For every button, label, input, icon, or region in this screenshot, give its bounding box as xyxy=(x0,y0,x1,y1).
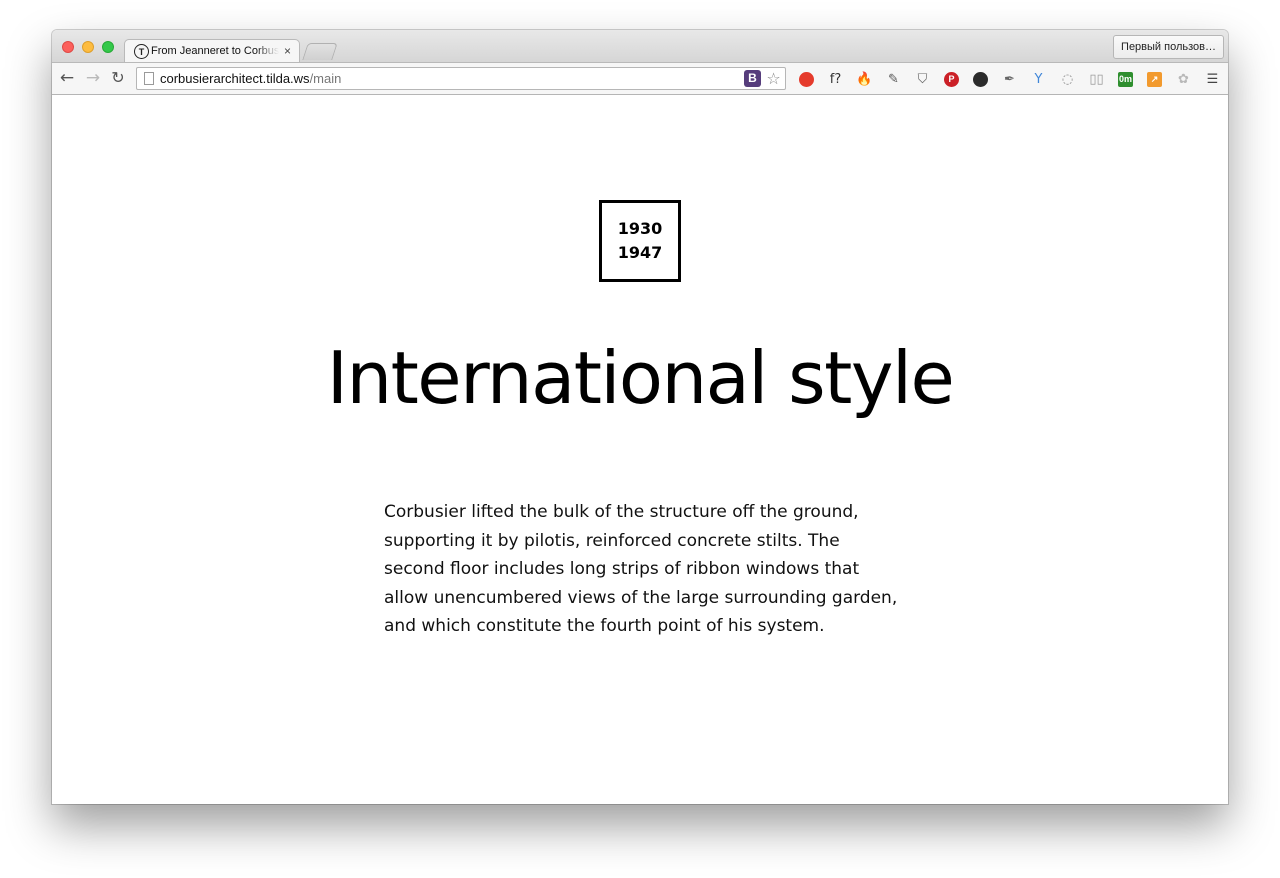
tilda-favicon-icon: T xyxy=(134,44,149,59)
minimize-window-button[interactable] xyxy=(82,41,94,53)
paw-icon[interactable]: ✿ xyxy=(1169,68,1198,90)
url-path: /main xyxy=(309,71,342,86)
body-paragraph: Corbusier lifted the bulk of the structu… xyxy=(384,502,898,636)
menu-icon[interactable]: ☰ xyxy=(1198,68,1227,90)
bookmark-star-icon[interactable]: ☆ xyxy=(765,70,782,87)
tab-title: From Jeanneret to Corbusier xyxy=(151,45,279,57)
fire-icon[interactable]: 🔥 xyxy=(850,68,879,90)
year-end: 1947 xyxy=(617,243,663,262)
analytics-icon[interactable]: ↗ xyxy=(1140,68,1169,90)
browser-toolbar: ← → ↻ corbusierarchitect.tilda.ws/main B… xyxy=(52,62,1228,95)
timer-icon[interactable]: 0m xyxy=(1111,68,1140,90)
lens-icon[interactable] xyxy=(966,68,995,90)
evernote-icon[interactable]: ✎ xyxy=(879,68,908,90)
close-window-button[interactable] xyxy=(62,41,74,53)
back-icon[interactable]: ← xyxy=(57,67,77,89)
adblock-icon[interactable] xyxy=(792,68,821,90)
forward-icon[interactable]: → xyxy=(83,67,103,89)
reload-icon[interactable]: ↻ xyxy=(108,67,128,89)
year-range-box: 1930 1947 xyxy=(599,200,681,282)
page-content: 1930 1947 International style Corbusier … xyxy=(52,96,1228,804)
tab-close-icon[interactable]: × xyxy=(284,44,291,58)
pinterest-icon[interactable]: P xyxy=(937,68,966,90)
extensions-bar: f? 🔥 ✎ ⛉ P ✒ Y ◌ ▯▯ 0m ↗ ✿ ☰ xyxy=(792,68,1227,90)
loop-icon[interactable]: ◌ xyxy=(1053,68,1082,90)
address-bar[interactable]: corbusierarchitect.tilda.ws/main B ☆ xyxy=(136,67,786,90)
browser-window: T From Jeanneret to Corbusier × Первый п… xyxy=(52,30,1228,804)
bootstrap-extension-icon[interactable]: B xyxy=(744,70,761,87)
font-finder-icon[interactable]: f? xyxy=(821,68,850,90)
tab-active[interactable]: T From Jeanneret to Corbusier × xyxy=(124,39,300,63)
url-host: corbusierarchitect.tilda.ws xyxy=(160,71,310,86)
zoom-window-button[interactable] xyxy=(102,41,114,53)
page-icon xyxy=(144,72,154,85)
year-start: 1930 xyxy=(617,219,663,238)
pocket-icon[interactable]: ⛉ xyxy=(908,68,937,90)
tab-strip: T From Jeanneret to Corbusier × Первый п… xyxy=(52,30,1228,63)
profile-button[interactable]: Первый пользов… xyxy=(1113,35,1224,59)
eyedropper-icon[interactable]: ✒ xyxy=(995,68,1024,90)
omnibox-actions: B ☆ xyxy=(744,70,782,87)
yandex-icon[interactable]: Y xyxy=(1024,68,1053,90)
url-text[interactable]: corbusierarchitect.tilda.ws/main xyxy=(160,71,341,86)
new-tab-button[interactable] xyxy=(302,43,338,60)
page-title: International style xyxy=(326,336,955,420)
reader-icon[interactable]: ▯▯ xyxy=(1082,68,1111,90)
